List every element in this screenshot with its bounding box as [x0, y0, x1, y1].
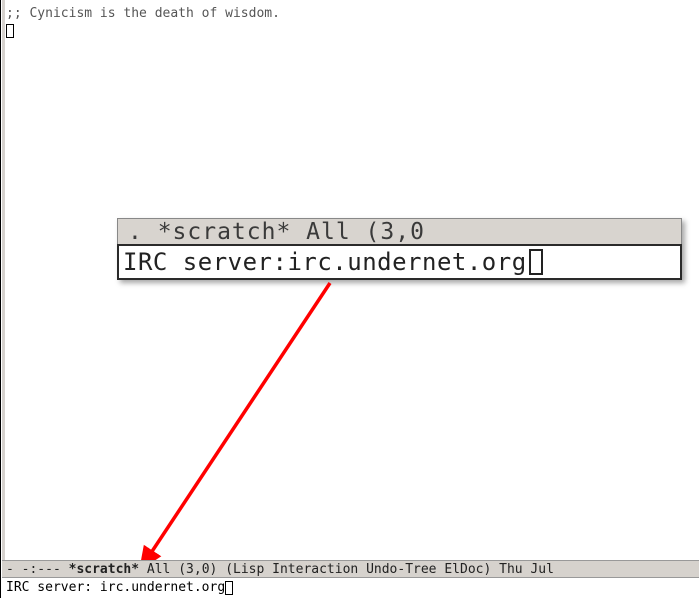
cursor-icon — [529, 249, 543, 275]
fringe — [2, 0, 5, 560]
cursor-icon — [225, 581, 233, 595]
modeline-buffer-name: *scratch* — [69, 562, 139, 577]
zoom-callout: . *scratch* All (3,0 IRC server: irc.und… — [117, 218, 682, 280]
zoom-value: irc.undernet.org — [287, 246, 526, 278]
modeline-spacer — [139, 562, 147, 577]
modeline-time: Thu Jul — [499, 562, 554, 577]
minibuffer[interactable]: IRC server: irc.undernet.org — [6, 579, 699, 596]
arrow-icon — [1, 0, 700, 598]
zoom-modeline-fragment: . *scratch* All (3,0 — [117, 218, 682, 244]
cursor-icon — [6, 24, 14, 38]
zoom-prompt: IRC server: — [123, 246, 287, 278]
minibuffer-input-value[interactable]: irc.undernet.org — [100, 580, 225, 595]
modeline-flags: - -:--- — [6, 562, 69, 577]
scratch-buffer[interactable]: ;; Cynicism is the death of wisdom. — [6, 5, 698, 39]
minibuffer-prompt: IRC server: — [6, 580, 100, 595]
mode-line[interactable]: - -:--- *scratch* All (3,0) (Lisp Intera… — [2, 560, 699, 578]
scratch-comment-line: ;; Cynicism is the death of wisdom. — [6, 6, 280, 21]
zoom-minibuffer: IRC server: irc.undernet.org — [117, 244, 682, 280]
modeline-modes: (Lisp Interaction Undo-Tree ElDoc) — [225, 562, 491, 577]
modeline-position: All (3,0) — [147, 562, 217, 577]
